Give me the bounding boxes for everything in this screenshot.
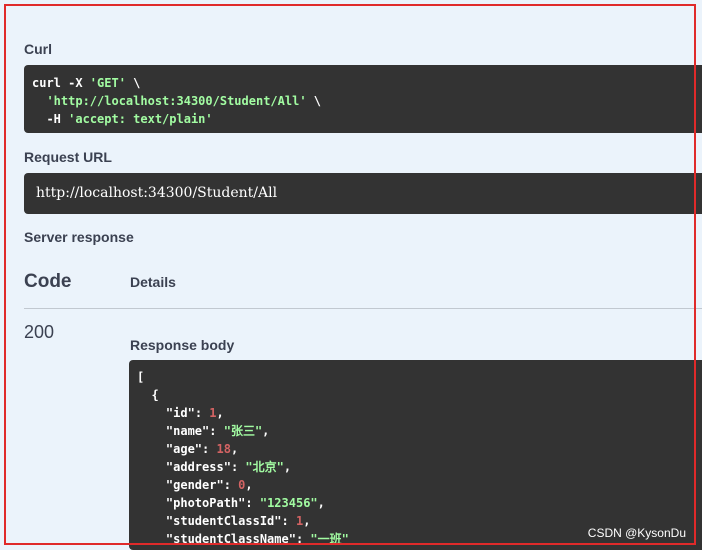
response-panel: Curl curl -X 'GET' \ 'http://localhost:3… [0,0,702,550]
json-value: 18 [216,442,231,456]
curl-line-3: -H 'accept: text/plain' [32,110,702,128]
response-line: "name": "张三", [137,422,702,440]
json-separator: : [295,532,311,546]
json-key: "gender" [165,478,224,492]
json-punctuation: , [262,424,270,438]
response-line: "address": "北京", [137,458,702,476]
response-line: [ [137,368,702,386]
curl-line-1: curl -X 'GET' \ [32,74,702,92]
watermark: CSDN @KysonDu [587,526,686,540]
json-separator: : [194,406,210,420]
curl-code-block[interactable]: curl -X 'GET' \ 'http://localhost:34300/… [24,65,702,133]
code-column-header: Code [24,271,72,292]
json-key: "id" [165,406,195,420]
json-punctuation: , [245,478,253,492]
json-key: "name" [165,424,210,438]
request-url-label: Request URL [24,149,112,165]
response-line: "id": 1, [137,404,702,422]
curl-continuation: \ [306,94,321,108]
json-punctuation: , [230,442,239,456]
json-key: "studentClassId" [165,514,282,528]
json-value: 1 [209,406,217,420]
json-separator: : [202,442,217,456]
response-body-block[interactable]: [ { "id": 1, "name": "张三", "age": 18, "a… [129,360,702,550]
curl-line-2: 'http://localhost:34300/Student/All' \ [32,92,702,110]
json-punctuation: , [317,496,325,510]
json-separator: : [223,478,239,492]
curl-method: 'GET' [89,76,126,90]
status-code: 200 [24,322,55,342]
json-key: "photoPath" [165,496,246,510]
details-column-header: Details [130,274,176,290]
response-line: "gender": 0, [137,476,702,494]
json-key: "studentClassName" [165,532,296,546]
request-url-value: http://localhost:34300/Student/All [36,185,278,201]
json-punctuation: , [216,406,224,420]
response-line: { [137,386,702,404]
json-value: "一班" [310,532,349,546]
curl-header-flag: -H [46,112,69,126]
json-key: "age" [165,442,203,456]
json-separator: : [230,460,246,474]
table-divider [24,308,702,309]
json-value: "张三" [223,424,263,438]
curl-label: Curl [24,41,52,57]
curl-header: 'accept: text/plain' [68,112,213,126]
response-line: "photoPath": "123456", [137,494,702,512]
server-response-label: Server response [24,229,134,245]
json-punctuation: , [303,514,311,528]
request-url-block[interactable]: http://localhost:34300/Student/All [24,173,702,214]
json-key: "address" [165,460,231,474]
response-line: "age": 18, [137,440,702,458]
json-value: { [151,388,159,402]
json-value: "123456" [259,496,318,510]
curl-cmd: curl -X [32,76,90,90]
json-separator: : [245,496,260,510]
json-value: [ [137,370,145,384]
json-separator: : [281,514,296,528]
response-body-label: Response body [130,337,235,353]
json-separator: : [209,424,224,438]
json-punctuation: , [283,460,292,474]
curl-continuation: \ [125,76,141,90]
curl-url: 'http://localhost:34300/Student/All' [46,94,307,108]
json-value: "北京" [245,460,284,474]
